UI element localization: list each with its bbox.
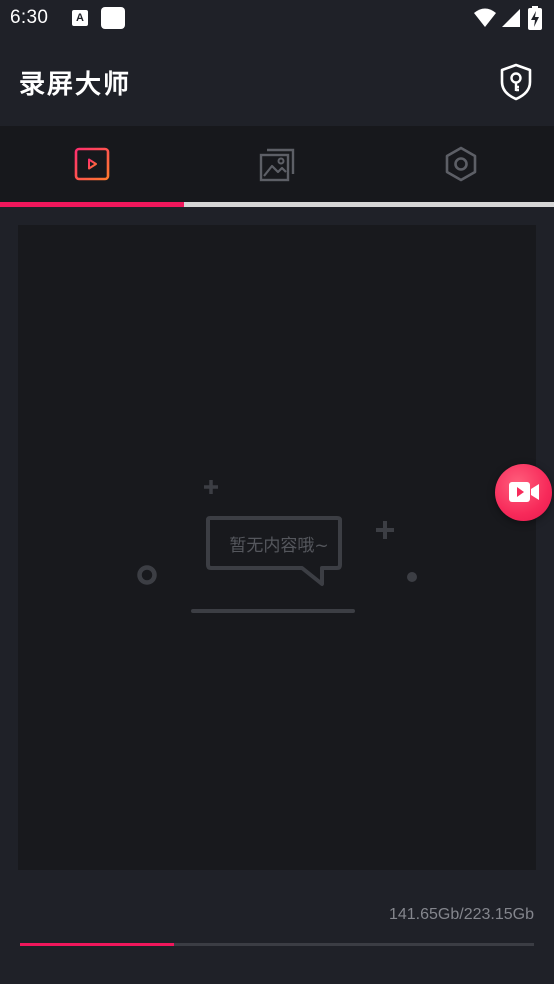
screen: 6:30 A 录屏大师 暂无内容哦~ 141.65Gb/223.15Gb [0,0,554,984]
settings-hexagon-icon [445,146,477,182]
video-camera-icon [509,482,539,502]
app-header: 录屏大师 [0,38,554,126]
square-notification-icon [101,7,125,29]
image-gallery-icon [259,148,295,182]
tab-videos[interactable] [0,126,184,202]
tab-settings[interactable] [369,126,553,202]
storage-usage-bar [20,943,534,946]
tab-indicator [0,202,554,207]
tab-indicator-active [0,202,185,207]
status-time: 6:30 [10,7,49,28]
status-bar: 6:30 A [0,0,554,38]
video-list-panel: 暂无内容哦~ [18,225,536,870]
empty-message: 暂无内容哦~ [229,536,329,556]
storage-usage-text: 141.65Gb/223.15Gb [388,906,534,923]
battery-icon [528,6,542,30]
record-fab-button[interactable] [495,464,552,521]
a-notification-icon: A [72,10,88,26]
storage-usage-fill [20,943,175,946]
tab-bar [0,126,554,202]
wifi-icon [474,8,496,27]
signal-icon [502,9,520,27]
privacy-shield-button[interactable] [497,62,535,102]
tab-images[interactable] [185,126,369,202]
shield-keyhole-icon [500,63,532,101]
app-title: 录屏大师 [19,70,132,100]
video-film-icon [74,147,110,181]
